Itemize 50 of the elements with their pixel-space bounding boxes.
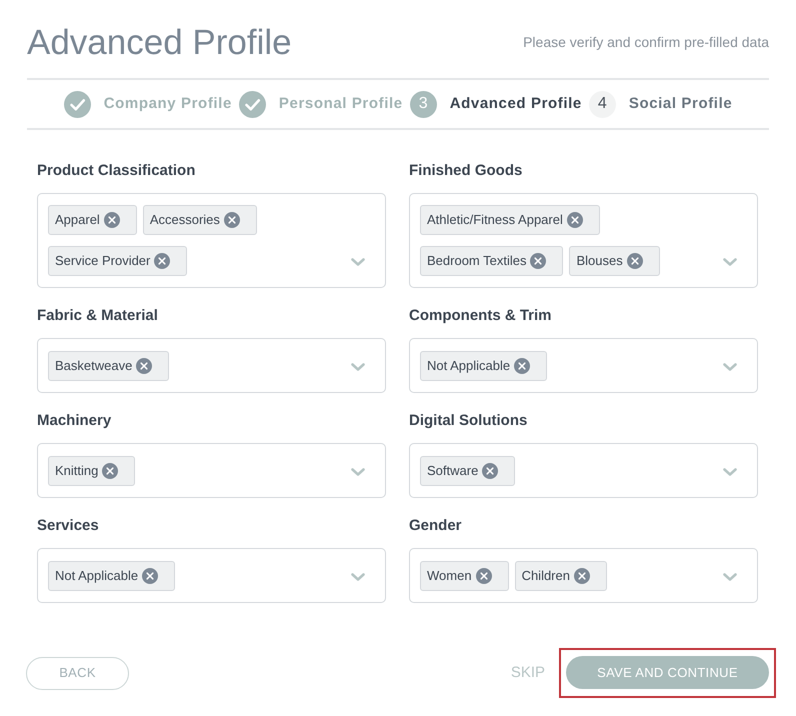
multi-select-field[interactable]: Athletic/Fitness Apparel Bedroom Textiles Blouses: [409, 193, 758, 288]
tag-label: Knitting: [55, 462, 98, 480]
field-label: Finished Goods: [409, 161, 524, 181]
multi-select-field[interactable]: Basketweave: [37, 338, 386, 393]
tag-label: Accessories: [150, 211, 220, 230]
tag-label: Not Applicable: [55, 567, 138, 586]
remove-icon[interactable]: [104, 212, 120, 228]
tag-label: Service Provider: [55, 252, 150, 270]
tag-label: Basketweave: [55, 357, 132, 376]
field-label: Fabric & Material: [37, 306, 159, 326]
remove-icon[interactable]: [514, 358, 530, 374]
multi-select-field[interactable]: Women Children: [409, 548, 758, 603]
multi-select-field[interactable]: Software: [409, 443, 758, 498]
multi-select-field[interactable]: Knitting: [37, 443, 386, 498]
remove-icon[interactable]: [574, 568, 590, 584]
remove-icon[interactable]: [566, 212, 583, 228]
step-label: Personal Profile: [278, 94, 403, 114]
tag-label: Athletic/Fitness Apparel: [427, 211, 563, 230]
field-label: Product Classification: [37, 161, 196, 181]
remove-icon[interactable]: [224, 212, 240, 228]
step-number: 4: [588, 90, 616, 118]
remove-icon[interactable]: [530, 253, 546, 269]
field-label: Services: [37, 516, 100, 536]
remove-icon[interactable]: [626, 253, 643, 269]
step-number: 3: [410, 90, 437, 118]
page-subtitle: Please verify and confirm pre-filled data: [523, 32, 769, 52]
field-label: Machinery: [37, 411, 112, 431]
field-label: Gender: [409, 516, 463, 536]
remove-icon[interactable]: [154, 253, 170, 269]
tag-label: Not Applicable: [427, 357, 510, 376]
tag-label: Apparel: [55, 211, 100, 230]
remove-icon[interactable]: [482, 463, 498, 479]
remove-icon[interactable]: [102, 463, 118, 479]
step-label: Social Profile: [628, 94, 732, 114]
remove-icon[interactable]: [476, 568, 492, 584]
tag-label: Children: [522, 567, 570, 586]
multi-select-field[interactable]: Apparel Accessories Service Provider: [37, 193, 386, 288]
step-label: Company Profile: [104, 94, 232, 114]
multi-select-field[interactable]: Not Applicable: [409, 338, 758, 393]
tag-label: Bedroom Textiles: [427, 252, 526, 270]
tag-label: Blouses: [576, 252, 623, 270]
page-title: Advanced Profile: [27, 24, 292, 60]
tag-label: Women: [427, 567, 472, 586]
multi-select-field[interactable]: Not Applicable: [37, 548, 386, 603]
step-label: Advanced Profile: [450, 94, 582, 114]
remove-icon[interactable]: [136, 358, 152, 374]
remove-icon[interactable]: [142, 568, 158, 584]
field-label: Components & Trim: [409, 306, 553, 326]
tag-label: Software: [427, 462, 478, 480]
field-label: Digital Solutions: [409, 411, 528, 431]
